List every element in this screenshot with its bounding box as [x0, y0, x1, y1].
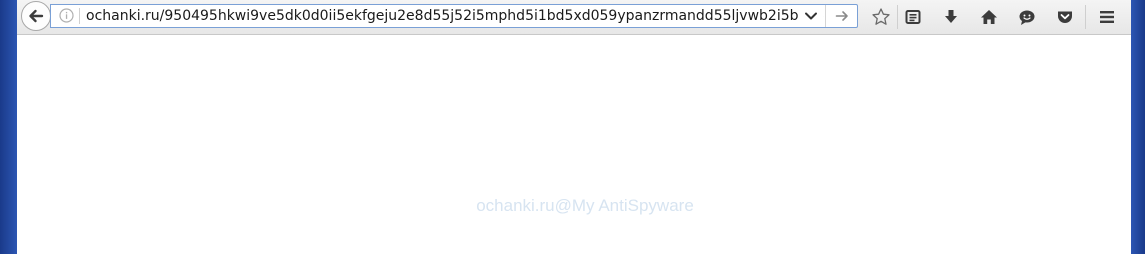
go-button[interactable]	[827, 5, 857, 27]
open-menu-button[interactable]	[1095, 5, 1119, 29]
chat-bubble-icon	[1019, 10, 1035, 25]
watermark-text: ochanki.ru@My AntiSpyware	[476, 196, 694, 215]
bookmark-star-button[interactable]	[869, 5, 893, 29]
star-icon	[872, 8, 890, 25]
desktop-background-right	[1131, 0, 1145, 254]
home-button[interactable]	[977, 5, 1001, 29]
reading-list-icon	[905, 10, 921, 24]
info-icon[interactable]	[59, 8, 74, 23]
toolbar-separator	[1085, 5, 1086, 29]
home-icon	[981, 10, 997, 24]
downloads-button[interactable]	[939, 5, 963, 29]
url-go-separator	[825, 5, 826, 27]
download-arrow-icon	[945, 10, 957, 23]
back-arrow-icon	[29, 9, 44, 23]
reading-list-button[interactable]	[901, 5, 925, 29]
desktop-background-left	[0, 0, 17, 254]
url-separator	[79, 8, 80, 24]
navigation-toolbar: ochanki.ru/950495hkwi9ve5dk0d0ii5ekfgeju…	[17, 0, 1131, 35]
back-button[interactable]	[21, 1, 51, 31]
url-bar[interactable]: ochanki.ru/950495hkwi9ve5dk0d0ii5ekfgeju…	[50, 4, 858, 28]
page-content	[17, 35, 1131, 254]
pocket-icon	[1058, 11, 1072, 23]
arrow-right-icon	[835, 11, 848, 21]
pocket-button[interactable]	[1053, 5, 1077, 29]
url-text[interactable]: ochanki.ru/950495hkwi9ve5dk0d0ii5ekfgeju…	[86, 5, 826, 27]
browser-window: ochanki.ru/950495hkwi9ve5dk0d0ii5ekfgeju…	[17, 0, 1131, 254]
toolbar-separator	[897, 5, 898, 29]
hello-button[interactable]	[1015, 5, 1039, 29]
url-dropdown-button[interactable]	[799, 5, 823, 27]
hamburger-menu-icon	[1100, 11, 1114, 23]
chevron-down-icon	[805, 12, 817, 20]
